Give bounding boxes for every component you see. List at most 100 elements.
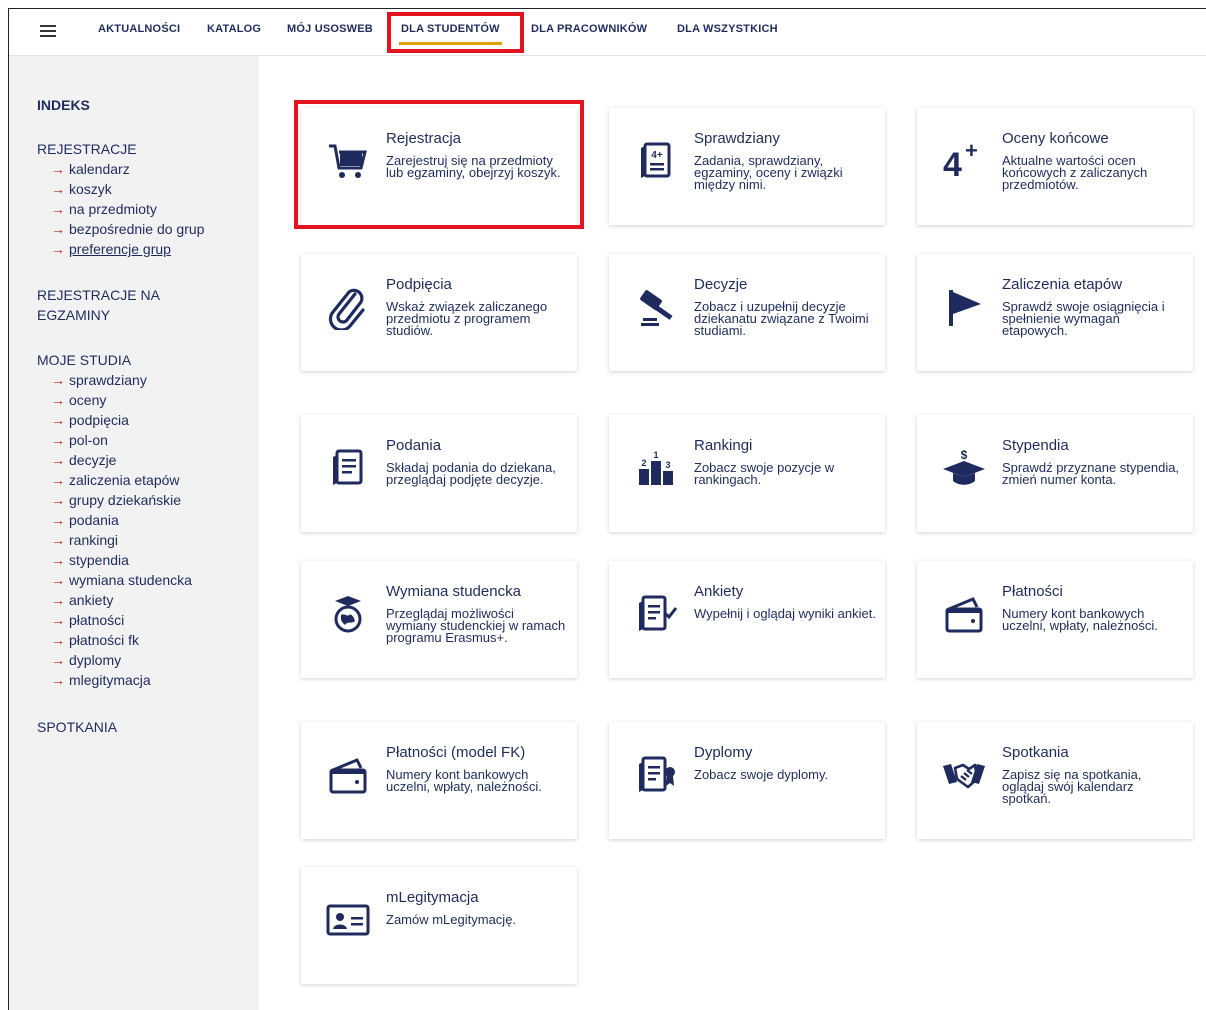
sidebar-link-grupy-dziekańskie[interactable]: → grupy dziekańskie bbox=[51, 492, 181, 508]
tile-spotkania[interactable]: Spotkania Zapisz się na spotkania, ogląda… bbox=[917, 722, 1193, 839]
sidebar-link-label: sprawdziany bbox=[69, 372, 147, 388]
sidebar-link-label: preferencje grup bbox=[69, 241, 171, 257]
sidebar-heading-spotkania[interactable]: SPOTKANIA bbox=[37, 719, 117, 735]
arrow-right-icon: → bbox=[51, 241, 65, 257]
tile-description: Sprawdź przyznane stypendia, zmień numer… bbox=[1002, 460, 1180, 487]
svg-text:4: 4 bbox=[943, 146, 962, 184]
arrow-right-icon: → bbox=[51, 512, 65, 528]
sidebar-link-podania[interactable]: → podania bbox=[51, 512, 119, 528]
sidebar-link-podpięcia[interactable]: → podpięcia bbox=[51, 412, 129, 428]
test-paper-icon: 4+ bbox=[633, 138, 679, 184]
arrow-right-icon: → bbox=[51, 201, 65, 217]
sidebar-link-na-przedmioty[interactable]: → na przedmioty bbox=[51, 201, 157, 217]
tile-dyplomy[interactable]: Dyplomy Zobacz swoje dyplomy. bbox=[609, 722, 885, 839]
tile-podpięcia[interactable]: Podpięcia Wskaż związek zaliczanego przed… bbox=[301, 254, 577, 371]
sidebar-link-oceny[interactable]: → oceny bbox=[51, 392, 106, 408]
sidebar-heading-moje-studia[interactable]: MOJE STUDIA bbox=[37, 352, 131, 368]
sidebar-link-label: kalendarz bbox=[69, 161, 130, 177]
sidebar-link-label: mlegitymacja bbox=[69, 672, 151, 688]
sidebar-link-decyzje[interactable]: → decyzje bbox=[51, 452, 116, 468]
sidebar-link-pol-on[interactable]: → pol-on bbox=[51, 432, 108, 448]
sidebar-link-płatności[interactable]: → płatności bbox=[51, 612, 124, 628]
arrow-right-icon: → bbox=[51, 632, 65, 648]
tile-title: Podania bbox=[386, 437, 442, 454]
sidebar-link-sprawdziany[interactable]: → sprawdziany bbox=[51, 372, 147, 388]
tile-title: Stypendia bbox=[1002, 437, 1069, 454]
sidebar-heading-indeks[interactable]: INDEKS bbox=[37, 97, 90, 113]
nav-item-dla-studentow[interactable]: DLA STUDENTÓW bbox=[399, 23, 502, 45]
tile-płatności-model-fk[interactable]: Płatności (model FK) Numery kont bankowyc… bbox=[301, 722, 577, 839]
sidebar-link-bezpośrednie-do-grup[interactable]: → bezpośrednie do grup bbox=[51, 221, 204, 237]
sidebar-link-label: rankingi bbox=[69, 532, 119, 548]
sidebar-link-label: pol-on bbox=[69, 432, 108, 448]
tile-title: Sprawdziany bbox=[694, 130, 780, 147]
sidebar-link-preferencje-grup[interactable]: → preferencje grup bbox=[51, 241, 171, 257]
gavel-icon bbox=[633, 284, 679, 330]
graduation-cap-icon: $ bbox=[941, 445, 987, 491]
tile-description: Numery kont bankowych uczelni, wpłaty, n… bbox=[1002, 606, 1158, 633]
tile-description: Wskaż związek zaliczanego przedmiotu z p… bbox=[386, 299, 548, 338]
sidebar-link-dyplomy[interactable]: → dyplomy bbox=[51, 652, 121, 668]
sidebar-link-zaliczenia-etapów[interactable]: → zaliczenia etapów bbox=[51, 472, 180, 488]
tile-title: Ankiety bbox=[694, 583, 744, 600]
tile-description: Składaj podania do dziekana, przeglądaj … bbox=[386, 460, 556, 487]
nav-item-dla-wszystkich[interactable]: DLA WSZYSTKICH bbox=[677, 23, 778, 35]
sidebar-heading-rejestracje[interactable]: REJESTRACJE bbox=[37, 141, 137, 157]
svg-text:+: + bbox=[965, 138, 978, 163]
svg-text:1: 1 bbox=[653, 450, 658, 460]
tile-description: Zadania, sprawdziany, egzaminy, oceny i … bbox=[694, 153, 843, 192]
sidebar-link-stypendia[interactable]: → stypendia bbox=[51, 552, 129, 568]
sidebar-link-wymiana-studencka[interactable]: → wymiana studencka bbox=[51, 572, 192, 588]
sidebar-link-label: ankiety bbox=[69, 592, 114, 608]
tile-oceny-końcowe[interactable]: 4 + Oceny końcowe Aktualne wartości ocen ko… bbox=[917, 108, 1193, 225]
tile-sprawdziany[interactable]: 4+ Sprawdziany Zadania, sprawdziany, egzam… bbox=[609, 108, 885, 225]
sidebar-heading-egzaminy[interactable]: EGZAMINY bbox=[37, 307, 110, 323]
sidebar-link-kalendarz[interactable]: → kalendarz bbox=[51, 161, 130, 177]
hamburger-menu-icon[interactable] bbox=[40, 24, 56, 38]
arrow-right-icon: → bbox=[51, 612, 65, 628]
sidebar-link-rankingi[interactable]: → rankingi bbox=[51, 532, 118, 548]
tile-title: Spotkania bbox=[1002, 744, 1069, 761]
sidebar-link-ankiety[interactable]: → ankiety bbox=[51, 592, 113, 608]
tile-płatności[interactable]: Płatności Numery kont bankowych uczelni, … bbox=[917, 561, 1193, 678]
arrow-right-icon: → bbox=[51, 672, 65, 688]
arrow-right-icon: → bbox=[51, 592, 65, 608]
tile-title: Podpięcia bbox=[386, 276, 452, 293]
sidebar-link-label: podpięcia bbox=[69, 412, 129, 428]
arrow-right-icon: → bbox=[51, 221, 65, 237]
arrow-right-icon: → bbox=[51, 432, 65, 448]
tile-description: Przeglądaj możliwości wymiany studenckie… bbox=[386, 606, 566, 645]
tile-zaliczenia-etapów[interactable]: Zaliczenia etapów Sprawdź swoje osiągnięc… bbox=[917, 254, 1193, 371]
nav-item-dla-pracownikow[interactable]: DLA PRACOWNIKÓW bbox=[531, 23, 647, 35]
survey-icon bbox=[633, 591, 679, 637]
document-icon bbox=[325, 445, 371, 491]
tile-title: Zaliczenia etapów bbox=[1002, 276, 1123, 293]
sidebar: INDEKS REJESTRACJE → kalendarz → koszyk → na … bbox=[9, 56, 259, 1010]
nav-item-moj-usosweb[interactable]: MÓJ USOSWEB bbox=[287, 23, 373, 35]
sidebar-link-label: podania bbox=[69, 512, 119, 528]
tile-podania[interactable]: Podania Składaj podania do dziekana, prze… bbox=[301, 415, 577, 532]
tile-rejestracja[interactable]: Rejestracja Zarejestruj się na przedmioty… bbox=[301, 108, 577, 225]
tile-wymiana-studencka[interactable]: Wymiana studencka Przeglądaj możliwości w… bbox=[301, 561, 577, 678]
tile-description: Wypełnij i oglądaj wyniki ankiet. bbox=[694, 606, 876, 621]
tile-decyzje[interactable]: Decyzje Zobacz i uzupełnij decyzje dzieka… bbox=[609, 254, 885, 371]
sidebar-link-mlegitymacja[interactable]: → mlegitymacja bbox=[51, 672, 151, 688]
sidebar-link-koszyk[interactable]: → koszyk bbox=[51, 181, 112, 197]
tile-mlegitymacja[interactable]: mLegitymacja Zamów mLegitymację. bbox=[301, 867, 577, 984]
nav-item-aktualnosci[interactable]: AKTUALNOŚCI bbox=[98, 23, 180, 35]
arrow-right-icon: → bbox=[51, 372, 65, 388]
tile-title: Wymiana studencka bbox=[386, 583, 521, 600]
top-navigation: AKTUALNOŚCI KATALOG MÓJ USOSWEB DLA STUD… bbox=[9, 9, 1206, 56]
tile-title: mLegitymacja bbox=[386, 889, 479, 906]
paperclip-icon bbox=[325, 284, 371, 330]
tile-ankiety[interactable]: Ankiety Wypełnij i oglądaj wyniki ankiet. bbox=[609, 561, 885, 678]
arrow-right-icon: → bbox=[51, 181, 65, 197]
sidebar-link-płatności-fk[interactable]: → płatności fk bbox=[51, 632, 139, 648]
tile-title: Decyzje bbox=[694, 276, 748, 293]
nav-item-katalog[interactable]: KATALOG bbox=[207, 23, 261, 35]
sidebar-link-label: decyzje bbox=[69, 452, 117, 468]
sidebar-heading-rejestracje-na[interactable]: REJESTRACJE NA bbox=[37, 287, 160, 303]
tile-stypendia[interactable]: $ Stypendia Sprawdź przyznane stypendia, z… bbox=[917, 415, 1193, 532]
tile-rankingi[interactable]: 2 1 3 Rankingi Zobacz swoje pozycje w rankin… bbox=[609, 415, 885, 532]
tile-description: Zarejestruj się na przedmioty lub egzami… bbox=[386, 153, 561, 180]
